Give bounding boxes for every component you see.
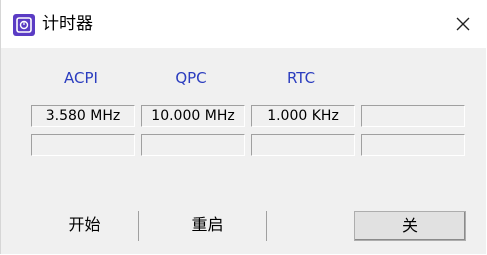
rtc-frequency-field: 1.000 KHz: [251, 105, 355, 127]
timer-window: 计时器 ACPI QPC RTC 3.580 MHz 10.000 MHz 1.…: [0, 0, 486, 254]
column-header-acpi: ACPI: [64, 69, 98, 87]
qpc-frequency-field: 10.000 MHz: [141, 105, 245, 127]
title-bar[interactable]: 计时器: [1, 0, 486, 48]
window-title: 计时器: [42, 14, 93, 34]
reset-button[interactable]: 重启: [149, 211, 267, 241]
extra-frequency-field: [361, 105, 465, 127]
column-header-qpc: QPC: [175, 69, 207, 87]
qpc-value-field: [141, 134, 245, 156]
close-window-button[interactable]: [440, 0, 486, 48]
close-icon: [456, 17, 470, 31]
start-button[interactable]: 开始: [31, 211, 139, 241]
acpi-frequency-field: 3.580 MHz: [31, 105, 135, 127]
rtc-value-field: [251, 134, 355, 156]
column-header-rtc: RTC: [286, 69, 316, 87]
close-button[interactable]: 关: [354, 211, 466, 241]
timer-panel: ACPI QPC RTC 3.580 MHz 10.000 MHz 1.000 …: [1, 48, 486, 254]
acpi-value-field: [31, 134, 135, 156]
timer-app-icon: [13, 14, 35, 36]
extra-value-field: [361, 134, 465, 156]
